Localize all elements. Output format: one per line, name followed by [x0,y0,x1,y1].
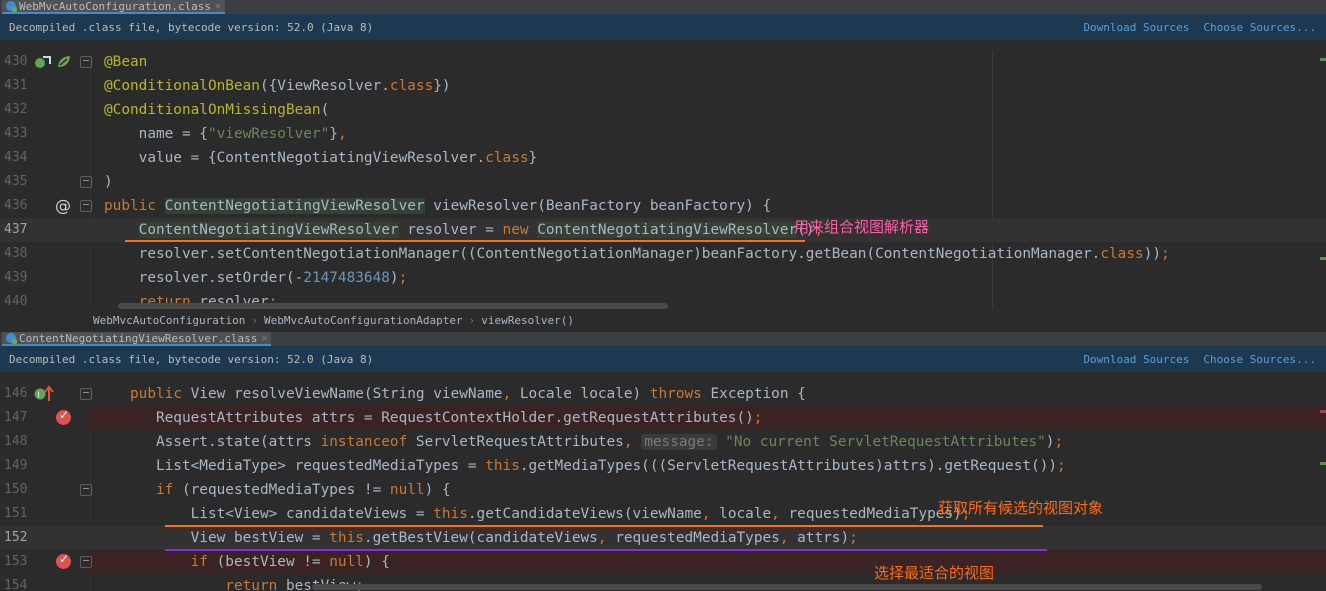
code-line: 438 resolver.setContentNegotiationManage… [0,242,1326,266]
tab-label: ContentNegotiatingViewResolver.class [19,332,258,345]
code-line: 433 name = {"viewResolver"}, [0,122,1326,146]
line-number: 146 [4,386,28,401]
breakpoint-icon[interactable] [56,408,71,425]
line-number: 147 [4,410,28,425]
fold-icon[interactable] [80,556,92,568]
line-number: 431 [4,78,28,93]
close-icon[interactable]: ✕ [215,1,221,12]
class-file-icon [6,1,17,12]
code-line-breakpoint: 147 RequestAttributes attrs = RequestCon… [0,406,1326,430]
code-line: 148 Assert.state(attrs instanceof Servle… [0,430,1326,454]
download-sources-link[interactable]: Download Sources [1083,353,1189,366]
line-number: 439 [4,270,28,285]
fold-icon[interactable] [80,56,92,68]
fold-icon[interactable] [80,200,92,212]
breadcrumb-separator: › [468,313,476,327]
code-line: 146 I public View resolveViewName(String… [0,382,1326,406]
breadcrumb-separator: › [251,313,258,327]
tab-label: WebMvcAutoConfiguration.class [19,0,212,13]
tab-webmvc-autoconfiguration[interactable]: WebMvcAutoConfiguration.class ✕ [2,0,226,14]
breakpoint-icon[interactable] [56,552,71,569]
bottom-editor-pane: ContentNegotiatingViewResolver.class ✕ D… [0,332,1326,591]
code-line: 435 ) [0,170,1326,194]
code-line-breakpoint: 153 if (bestView != null) { [0,550,1326,574]
annotation-text: 用来组合视图解析器 [794,218,930,236]
scroll-marker [1320,58,1326,61]
banner-text: Decompiled .class file, bytecode version… [9,20,374,34]
breadcrumb-item[interactable]: WebMvcAutoConfigurationAdapter [264,314,463,327]
line-number: 151 [4,506,28,521]
horizontal-scrollbar[interactable] [118,303,668,309]
code-line: 436 @ public ContentNegotiatingViewResol… [0,194,1326,218]
download-sources-link[interactable]: Download Sources [1083,21,1189,34]
choose-sources-link[interactable]: Choose Sources... [1203,21,1316,34]
line-number: 154 [4,578,28,591]
line-number: 432 [4,102,28,117]
code-line: 150 if (requestedMediaTypes != null) { [0,478,1326,502]
code-line: 430 @Bean [0,50,1326,74]
code-line: 149 List<MediaType> requestedMediaTypes … [0,454,1326,478]
line-number: 150 [4,482,28,497]
fold-icon[interactable] [80,176,92,188]
horizontal-scrollbar[interactable] [312,584,1262,590]
line-number: 436 [4,198,28,213]
bottom-tab-bar: ContentNegotiatingViewResolver.class ✕ [0,332,1326,346]
decompiled-banner: Decompiled .class file, bytecode version… [0,346,1326,372]
fold-icon[interactable] [80,388,92,400]
annotation-text: 选择最适合的视图 [874,564,995,582]
top-editor-pane: WebMvcAutoConfiguration.class ✕ Decompil… [0,0,1326,330]
code-line: 434 value = {ContentNegotiatingViewResol… [0,146,1326,170]
annotation-text: 获取所有候选的视图对象 [938,499,1104,517]
top-tab-bar: WebMvcAutoConfiguration.class ✕ [0,0,1326,14]
line-number: 434 [4,150,28,165]
annotation-underline [165,549,1047,551]
code-line: 431 @ConditionalOnBean({ViewResolver.cla… [0,74,1326,98]
annotation-underline [125,240,805,242]
top-code-editor[interactable]: 430 @Bean 431 @ConditionalOnBean({ViewRe… [0,50,1326,310]
line-number: 152 [4,530,28,545]
breadcrumb: WebMvcAutoConfiguration › WebMvcAutoConf… [0,310,1326,330]
scroll-marker [1320,462,1326,465]
svg-text:I: I [38,391,40,400]
breadcrumb-item[interactable]: WebMvcAutoConfiguration [93,314,245,327]
spring-bean-icon[interactable] [55,53,73,71]
code-line: 151 List<View> candidateViews = this.get… [0,502,1326,526]
close-icon[interactable]: ✕ [261,333,267,344]
fold-icon[interactable] [80,484,92,496]
implementation-arrow-icon[interactable] [34,54,52,70]
class-file-icon [6,333,17,344]
line-number: 148 [4,434,28,449]
tab-content-negotiating-view-resolver[interactable]: ContentNegotiatingViewResolver.class ✕ [2,332,272,346]
line-number: 435 [4,174,28,189]
line-number: 153 [4,554,28,569]
scroll-marker [1320,410,1326,413]
implements-up-arrow-icon[interactable]: I [34,385,54,403]
line-number: 437 [4,222,28,237]
decompiled-banner: Decompiled .class file, bytecode version… [0,14,1326,40]
line-number: 430 [4,54,28,69]
line-number: 433 [4,126,28,141]
code-line-current: 437 ContentNegotiatingViewResolver resol… [0,218,1326,242]
line-number: 438 [4,246,28,261]
code-line: 439 resolver.setOrder(-2147483648); [0,266,1326,290]
line-number: 149 [4,458,28,473]
breadcrumb-item[interactable]: viewResolver() [481,314,574,327]
code-line-current: 152 View bestView = this.getBestView(can… [0,526,1326,550]
code-line: 432 @ConditionalOnMissingBean( [0,98,1326,122]
annotation-underline [165,525,1043,527]
choose-sources-link[interactable]: Choose Sources... [1203,353,1316,366]
scroll-marker [1320,257,1326,260]
at-override-icon[interactable]: @ [55,194,71,218]
banner-text: Decompiled .class file, bytecode version… [9,352,374,366]
bottom-code-editor[interactable]: 146 I public View resolveViewName(String… [0,382,1326,591]
